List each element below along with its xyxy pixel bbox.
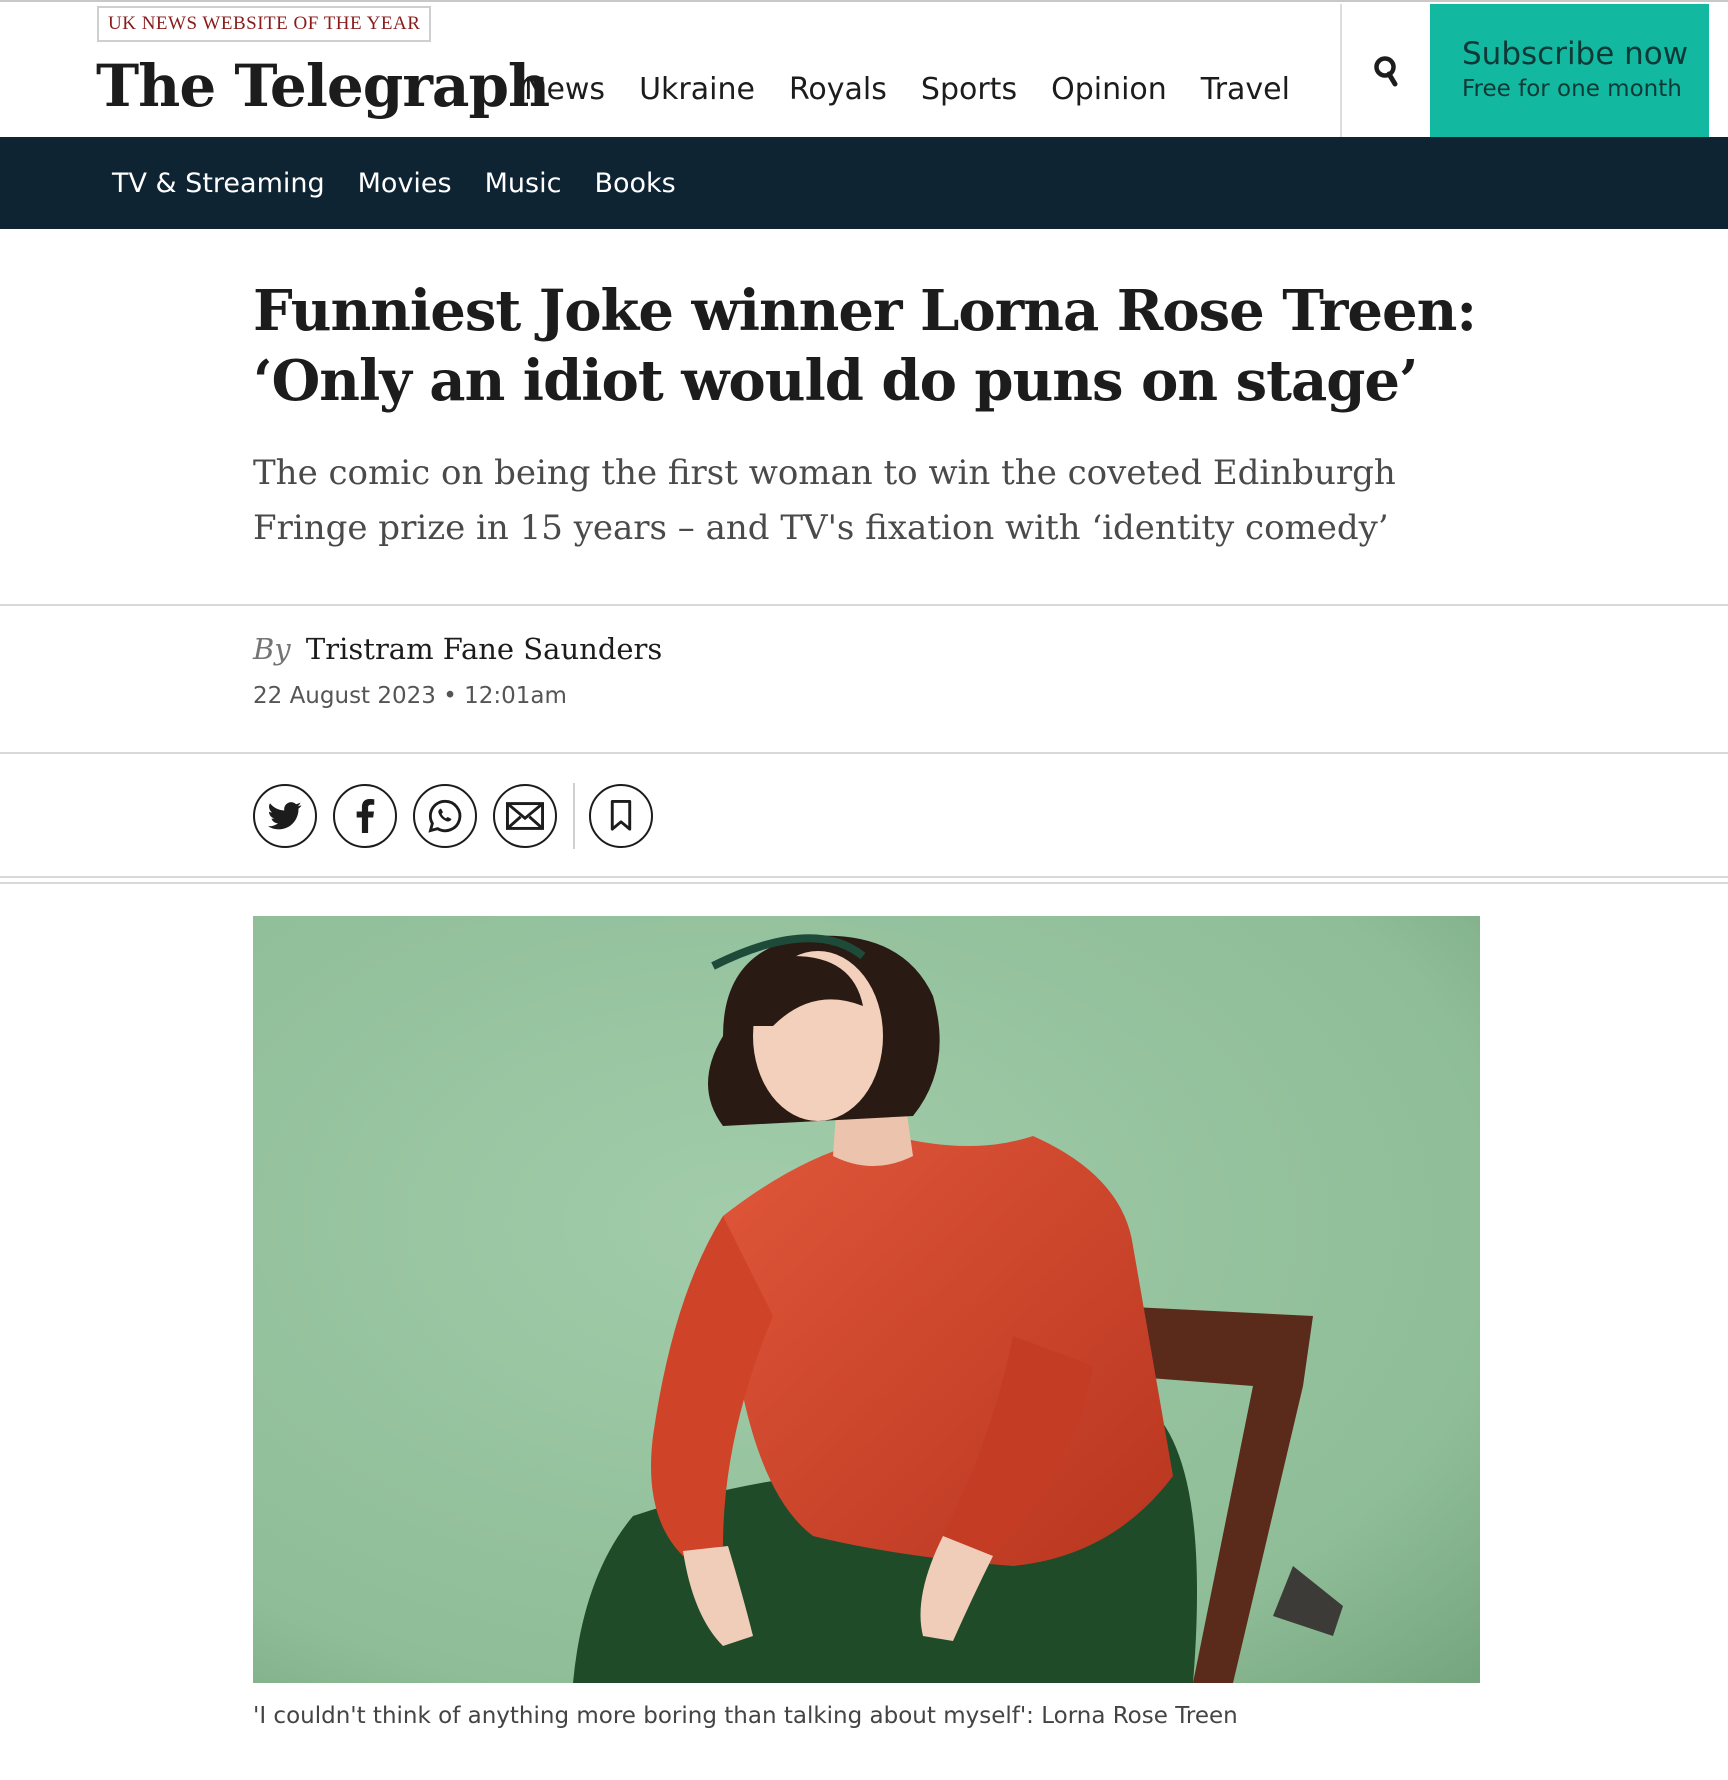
article-standfirst: The comic on being the first woman to wi… [253,453,1396,548]
publish-date: 22 August 2023 • 12:01am [253,683,567,709]
image-caption: 'I couldn't think of anything more borin… [253,1703,1238,1729]
section-item-books[interactable]: Books [594,168,675,199]
telegraph-logo[interactable]: The Telegraph [96,46,550,126]
site-header: UK NEWS WEBSITE OF THE YEAR The Telegrap… [0,0,1728,139]
facebook-icon [356,799,375,833]
nav-item-news[interactable]: News [524,62,605,118]
nav-item-travel[interactable]: Travel [1201,62,1290,118]
bookmark-button[interactable] [589,784,653,848]
share-whatsapp-button[interactable] [413,784,477,848]
author-link[interactable]: Tristram Fane Saunders [306,632,662,666]
bookmark-icon [610,800,632,831]
divider [0,752,1728,754]
divider [0,882,1728,884]
section-item-music[interactable]: Music [485,168,562,199]
twitter-icon [268,802,302,830]
byline-prefix: By [253,632,291,666]
whatsapp-icon [428,799,462,833]
divider [0,876,1728,878]
subscribe-button[interactable]: Subscribe now Free for one month [1430,4,1709,139]
section-nav: TV & Streaming Movies Music Books [0,137,1728,229]
nav-item-ukraine[interactable]: Ukraine [639,62,755,118]
byline: By Tristram Fane Saunders [253,632,662,666]
article-hero-image [253,916,1480,1683]
award-badge: UK NEWS WEBSITE OF THE YEAR [97,6,432,42]
subscribe-title: Subscribe now [1462,36,1689,72]
main-nav: News Ukraine Royals Sports Opinion Trave… [524,62,1314,118]
search-button[interactable] [1340,4,1430,139]
nav-item-sports[interactable]: Sports [921,62,1017,118]
portrait-photo [253,916,1480,1683]
subscribe-caption: Free for one month [1462,76,1682,102]
divider [0,604,1728,606]
search-icon [1374,55,1398,86]
section-item-tv-streaming[interactable]: TV & Streaming [112,168,325,199]
nav-item-royals[interactable]: Royals [789,62,887,118]
section-item-movies[interactable]: Movies [358,168,452,199]
nav-item-opinion[interactable]: Opinion [1051,62,1167,118]
share-facebook-button[interactable] [333,784,397,848]
share-twitter-button[interactable] [253,784,317,848]
article-headline: Funniest Joke winner Lorna Rose Treen: ‘… [253,278,1477,414]
email-icon [506,802,544,830]
share-bar [253,783,669,849]
share-email-button[interactable] [493,784,557,848]
share-divider [573,783,575,849]
